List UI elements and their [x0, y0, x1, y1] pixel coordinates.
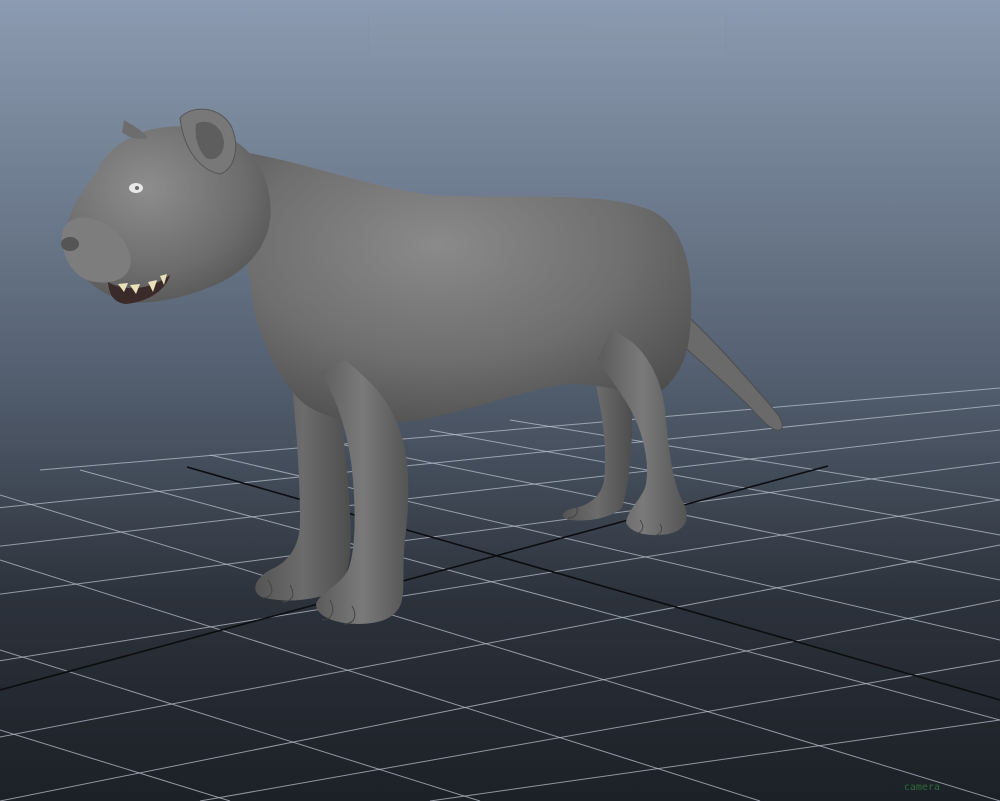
hud-line	[377, 48, 677, 51]
viewport-scene	[0, 0, 1000, 801]
camera-label: camera	[903, 782, 940, 793]
hud-line	[377, 24, 587, 27]
tiger-nose	[61, 237, 79, 251]
3d-viewport[interactable]: camera	[0, 0, 1000, 801]
hud-line	[377, 37, 697, 40]
hud-overlay	[368, 14, 726, 62]
tiger-pupil	[135, 186, 139, 190]
